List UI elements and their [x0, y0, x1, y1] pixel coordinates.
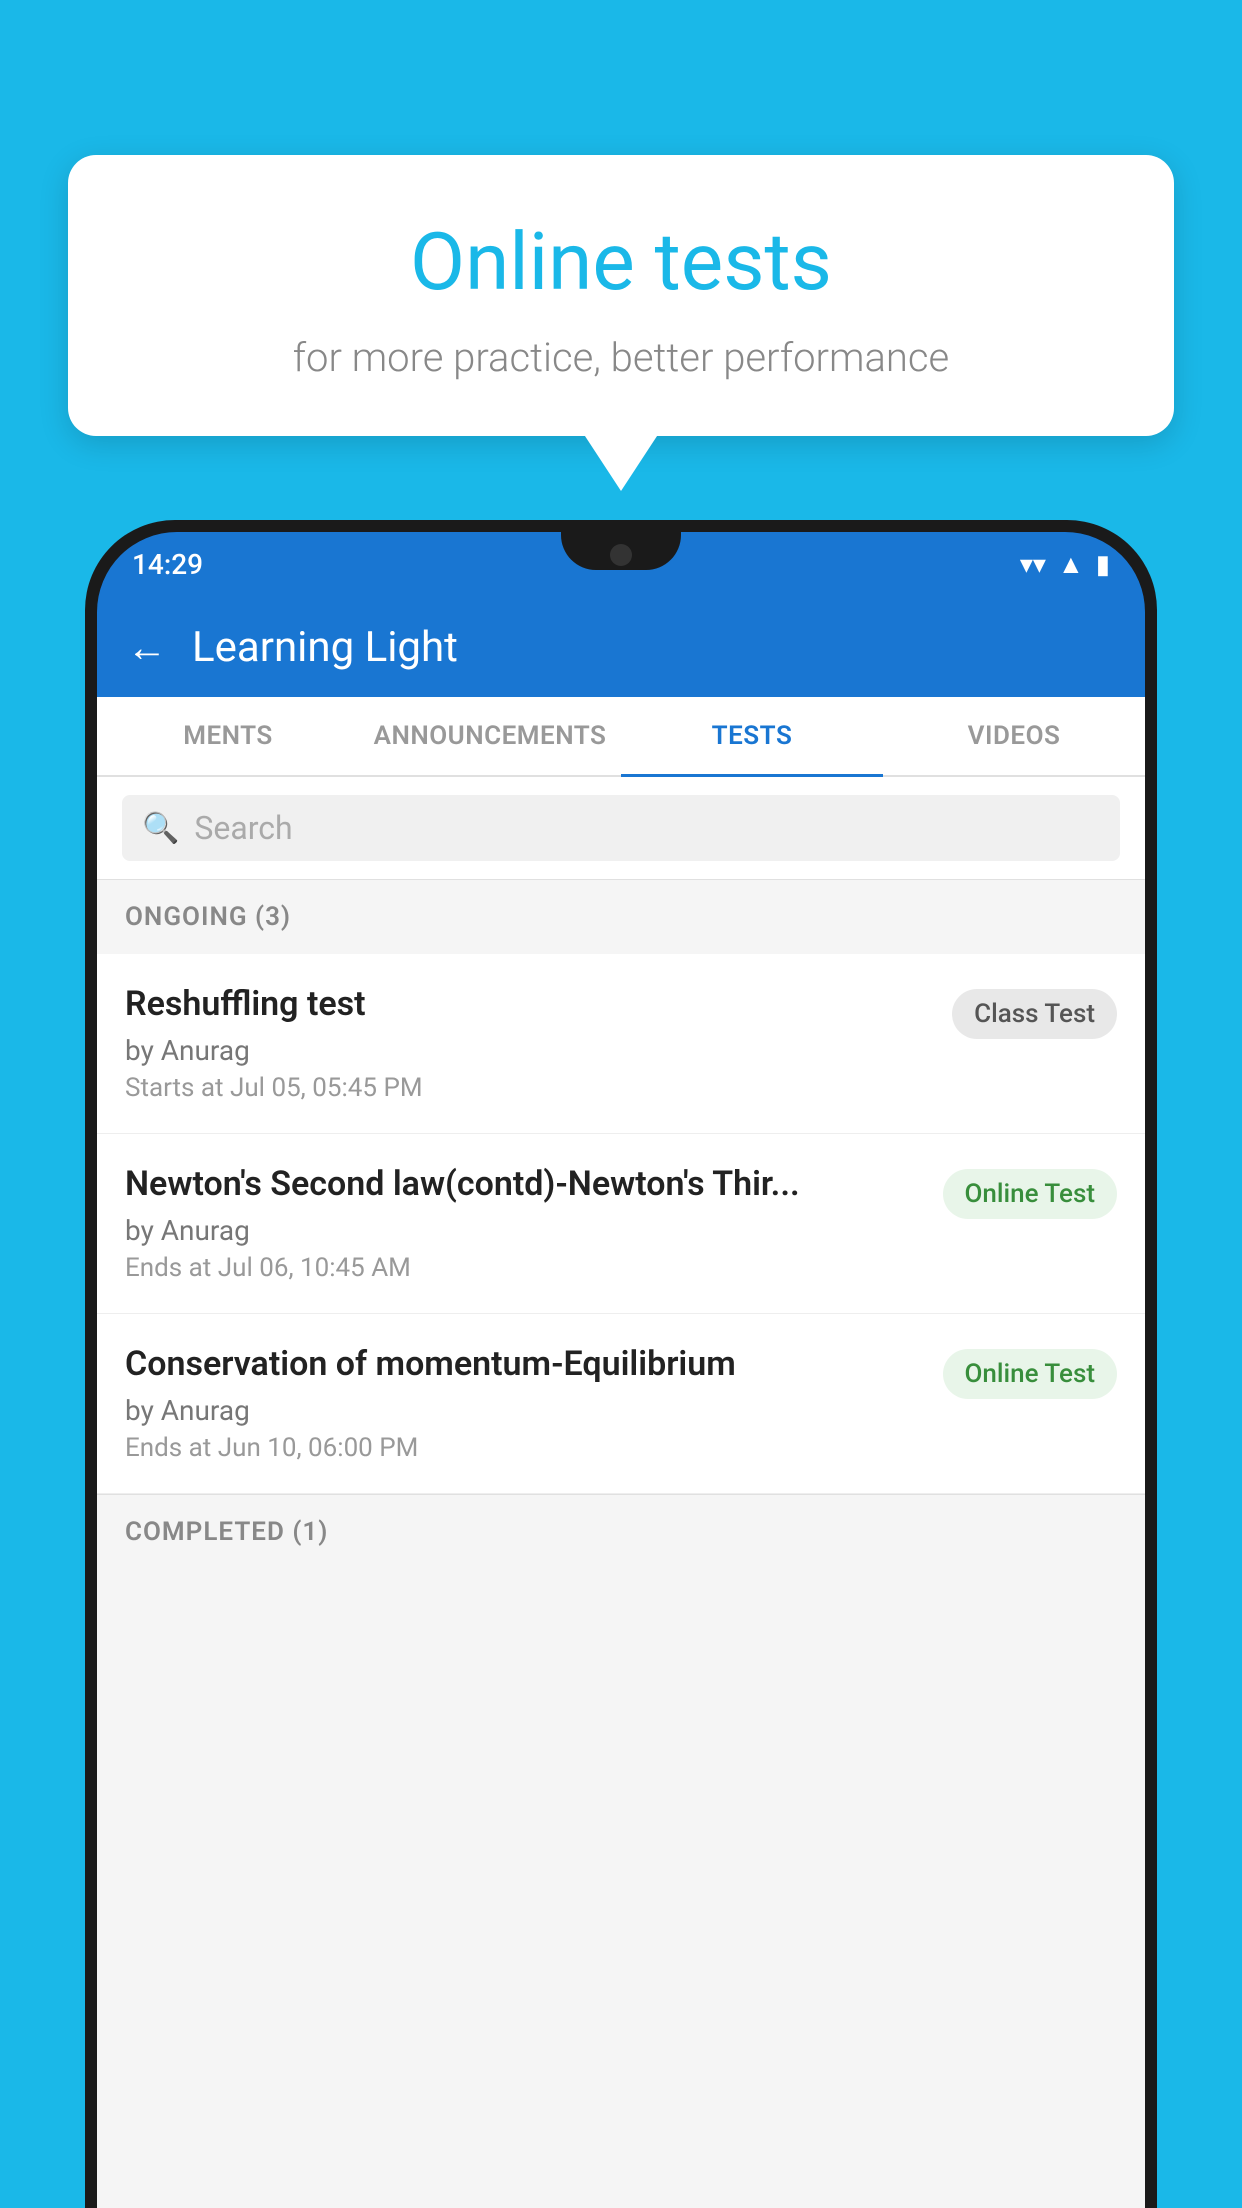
screen-content: MENTS ANNOUNCEMENTS TESTS VIDEOS 🔍 Searc… — [97, 697, 1145, 2208]
app-title: Learning Light — [192, 623, 458, 672]
ongoing-label: ONGOING (3) — [125, 902, 291, 932]
app-header: ← Learning Light — [97, 597, 1145, 697]
phone-notch — [561, 532, 681, 570]
test-name: Conservation of momentum-Equilibrium — [125, 1344, 923, 1384]
test-badge-online: Online Test — [943, 1169, 1118, 1219]
test-info: Conservation of momentum-Equilibrium by … — [125, 1344, 923, 1463]
promo-bubble: Online tests for more practice, better p… — [68, 155, 1174, 436]
tab-announcements[interactable]: ANNOUNCEMENTS — [359, 697, 621, 775]
signal-icon: ▲ — [1058, 549, 1084, 580]
battery-icon: ▮ — [1096, 550, 1110, 580]
camera-dot — [610, 544, 632, 566]
search-bar: 🔍 Search — [97, 777, 1145, 880]
test-item[interactable]: Conservation of momentum-Equilibrium by … — [97, 1314, 1145, 1494]
tabs-bar: MENTS ANNOUNCEMENTS TESTS VIDEOS — [97, 697, 1145, 777]
test-badge-class: Class Test — [952, 989, 1117, 1039]
test-name: Reshuffling test — [125, 984, 932, 1024]
test-date: Starts at Jul 05, 05:45 PM — [125, 1073, 932, 1103]
bubble-title: Online tests — [118, 215, 1124, 309]
status-time: 14:29 — [132, 548, 203, 581]
search-input-wrapper[interactable]: 🔍 Search — [122, 795, 1120, 861]
wifi-icon: ▾▾ — [1020, 550, 1046, 580]
test-info: Newton's Second law(contd)-Newton's Thir… — [125, 1164, 923, 1283]
test-item[interactable]: Reshuffling test by Anurag Starts at Jul… — [97, 954, 1145, 1134]
test-item[interactable]: Newton's Second law(contd)-Newton's Thir… — [97, 1134, 1145, 1314]
ongoing-section-header: ONGOING (3) — [97, 880, 1145, 954]
phone-inner: 14:29 ▾▾ ▲ ▮ ← Learning Light MENTS ANNO… — [97, 532, 1145, 2208]
test-info: Reshuffling test by Anurag Starts at Jul… — [125, 984, 932, 1103]
test-author: by Anurag — [125, 1394, 923, 1427]
search-placeholder-text: Search — [194, 809, 292, 847]
tab-tests[interactable]: TESTS — [621, 697, 883, 775]
test-date: Ends at Jun 10, 06:00 PM — [125, 1433, 923, 1463]
test-name: Newton's Second law(contd)-Newton's Thir… — [125, 1164, 923, 1204]
bubble-subtitle: for more practice, better performance — [118, 334, 1124, 381]
test-date: Ends at Jul 06, 10:45 AM — [125, 1253, 923, 1283]
back-button[interactable]: ← — [127, 624, 167, 671]
tab-videos[interactable]: VIDEOS — [883, 697, 1145, 775]
search-icon: 🔍 — [142, 811, 179, 846]
test-author: by Anurag — [125, 1034, 932, 1067]
completed-section-header: COMPLETED (1) — [97, 1494, 1145, 1569]
phone-frame: 14:29 ▾▾ ▲ ▮ ← Learning Light MENTS ANNO… — [85, 520, 1157, 2208]
status-icons: ▾▾ ▲ ▮ — [1020, 549, 1110, 580]
test-author: by Anurag — [125, 1214, 923, 1247]
tab-ments[interactable]: MENTS — [97, 697, 359, 775]
completed-label: COMPLETED (1) — [125, 1517, 328, 1547]
test-badge-online: Online Test — [943, 1349, 1118, 1399]
